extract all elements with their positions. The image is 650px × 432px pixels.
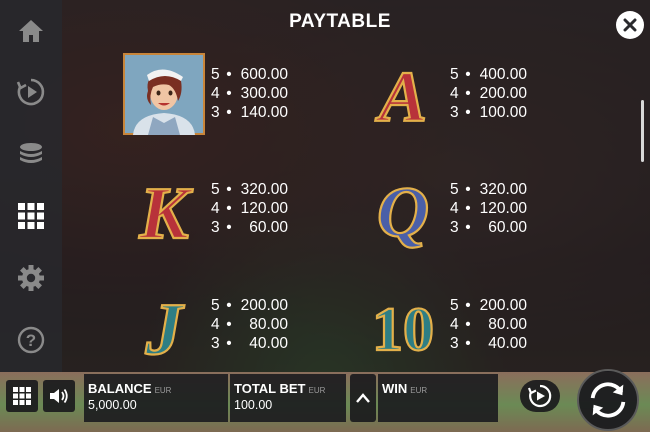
paytable-title: PAYTABLE (289, 11, 391, 32)
autoplay-bottom-button[interactable] (520, 380, 560, 412)
payout-row: 4 • 120.00 (450, 200, 527, 217)
paytable-grid-icon (18, 203, 44, 229)
svg-text:A: A (375, 57, 427, 135)
woman-payouts: 5 • 600.00 4 • 300.00 3 • 140.00 (211, 65, 288, 122)
payout-row: 5 • 200.00 (211, 297, 288, 314)
letter-q-symbol: Q (376, 171, 430, 250)
a-payouts: 5 • 400.00 4 • 200.00 3 • 100.00 (450, 65, 527, 122)
payout-row: 3 • 40.00 (211, 335, 288, 352)
menu-button[interactable] (6, 380, 38, 412)
payout-row: 5 • 600.00 (211, 66, 288, 83)
autoplay-icon (527, 384, 552, 408)
j-symbol: J (123, 284, 205, 366)
letter-k-symbol: K (137, 172, 194, 250)
win-label: WIN EUR (382, 381, 428, 396)
k-payouts: 5 • 320.00 4 • 120.00 3 • 60.00 (211, 180, 288, 237)
number-ten-symbol: 10 (371, 295, 435, 365)
payout-row: 4 • 80.00 (211, 316, 288, 333)
help-button[interactable]: ? (11, 320, 51, 360)
payout-row: 3 • 60.00 (450, 219, 527, 236)
svg-text:J: J (145, 289, 185, 366)
paytable-scrollbar[interactable] (641, 100, 644, 162)
home-button[interactable] (11, 11, 51, 51)
total-bet-value: 100.00 (234, 398, 273, 412)
sound-button[interactable] (43, 380, 75, 412)
balance-value: 5,000.00 (88, 398, 137, 412)
payout-row: 3 • 60.00 (211, 219, 288, 236)
ten-symbol: 10 (362, 284, 444, 366)
gear-icon (18, 265, 44, 291)
svg-text:10: 10 (372, 296, 434, 364)
payout-row: 5 • 320.00 (450, 181, 527, 198)
payout-row: 4 • 80.00 (450, 316, 527, 333)
letter-j-symbol: J (143, 288, 185, 366)
svg-text:?: ? (26, 331, 36, 350)
close-button[interactable] (616, 11, 644, 39)
close-icon (623, 18, 637, 32)
payout-row: 5 • 400.00 (450, 66, 527, 83)
settings-button[interactable] (11, 258, 51, 298)
autoplay-icon (16, 78, 45, 106)
letter-a-symbol: A (374, 56, 428, 135)
paytable-button[interactable] (11, 196, 51, 236)
side-menu: ? (0, 0, 62, 372)
q-symbol: Q (362, 168, 444, 250)
bet-expand-button[interactable] (350, 374, 376, 422)
total-bet-label: TOTAL BET EUR (234, 381, 326, 396)
home-icon (19, 20, 43, 42)
autoplay-button[interactable] (11, 72, 51, 112)
payout-row: 3 • 140.00 (211, 104, 288, 121)
payout-row: 4 • 300.00 (211, 85, 288, 102)
k-symbol: K (123, 168, 205, 250)
svg-text:Q: Q (377, 172, 429, 250)
payout-row: 4 • 120.00 (211, 200, 288, 217)
spin-button[interactable] (577, 369, 639, 431)
spin-arrows-icon (590, 382, 626, 418)
ten-payouts: 5 • 200.00 4 • 80.00 3 • 40.00 (450, 296, 527, 353)
balance-label: BALANCE EUR (88, 381, 172, 396)
svg-text:K: K (138, 173, 193, 250)
bet-coins-button[interactable] (11, 134, 51, 174)
woman-symbol (123, 53, 205, 135)
payout-row: 5 • 320.00 (211, 181, 288, 198)
payout-row: 3 • 100.00 (450, 104, 527, 121)
q-payouts: 5 • 320.00 4 • 120.00 3 • 60.00 (450, 180, 527, 237)
speaker-icon (50, 388, 68, 404)
woman-portrait (123, 53, 205, 135)
j-payouts: 5 • 200.00 4 • 80.00 3 • 40.00 (211, 296, 288, 353)
paytable-overlay (0, 0, 650, 372)
payout-row: 4 • 200.00 (450, 85, 527, 102)
menu-grid-icon (13, 387, 31, 405)
help-icon: ? (17, 326, 45, 354)
chevron-up-icon (356, 393, 370, 403)
payout-row: 3 • 40.00 (450, 335, 527, 352)
a-symbol: A (362, 53, 444, 135)
payout-row: 5 • 200.00 (450, 297, 527, 314)
coins-icon (20, 143, 42, 163)
